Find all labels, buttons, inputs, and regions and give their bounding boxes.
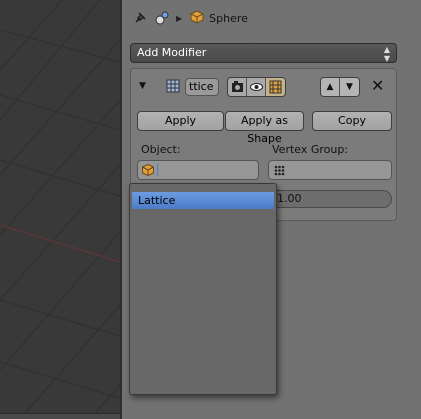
vertex-group-field[interactable] — [268, 160, 392, 180]
close-icon[interactable]: ✕ — [371, 76, 384, 95]
eye-icon[interactable] — [247, 78, 266, 96]
3d-viewport[interactable] — [0, 0, 120, 419]
add-modifier-dropdown[interactable]: Add Modifier ▲ ▼ — [130, 43, 397, 63]
object-search-dropdown: Lattice — [129, 183, 277, 395]
vertex-group-label: Vertex Group: — [272, 143, 349, 156]
text-cursor — [157, 164, 158, 177]
apply-as-shape-button[interactable]: Apply as Shape — [225, 111, 304, 145]
strength-slider[interactable]: 1.00 — [268, 190, 392, 208]
object-label: Object: — [141, 143, 181, 156]
move-up-icon[interactable]: ▲ — [321, 78, 340, 96]
modifier-display-toggles — [227, 77, 286, 97]
lattice-grid-icon — [166, 79, 180, 93]
object-cube-icon — [142, 164, 154, 176]
modifier-header: ▼ ttice ▲ ▼ ✕ — [131, 69, 396, 103]
scene-icon — [154, 10, 170, 26]
add-modifier-label: Add Modifier — [137, 46, 207, 59]
updown-arrows-icon: ▲ ▼ — [383, 45, 390, 63]
collapse-triangle-icon[interactable]: ▼ — [139, 81, 146, 91]
copy-button[interactable]: Copy — [312, 111, 392, 131]
object-name: Sphere — [209, 11, 248, 25]
render-icon[interactable] — [228, 78, 247, 96]
editmode-icon[interactable] — [266, 78, 285, 96]
move-buttons: ▲ ▼ — [320, 77, 360, 97]
breadcrumb: ▶ Sphere — [132, 8, 248, 28]
object-field[interactable] — [137, 160, 259, 180]
modifier-name-field[interactable]: ttice — [185, 78, 219, 96]
apply-button[interactable]: Apply — [137, 111, 224, 131]
move-down-icon[interactable]: ▼ — [340, 78, 359, 96]
pin-icon[interactable] — [132, 10, 148, 26]
object-cube-icon — [190, 10, 206, 26]
viewport-header-bar — [0, 413, 120, 419]
viewport-grid — [0, 0, 120, 419]
dropdown-item-lattice[interactable]: Lattice — [132, 192, 274, 209]
vertex-group-icon — [274, 165, 285, 176]
breadcrumb-arrow-icon: ▶ — [176, 13, 183, 23]
